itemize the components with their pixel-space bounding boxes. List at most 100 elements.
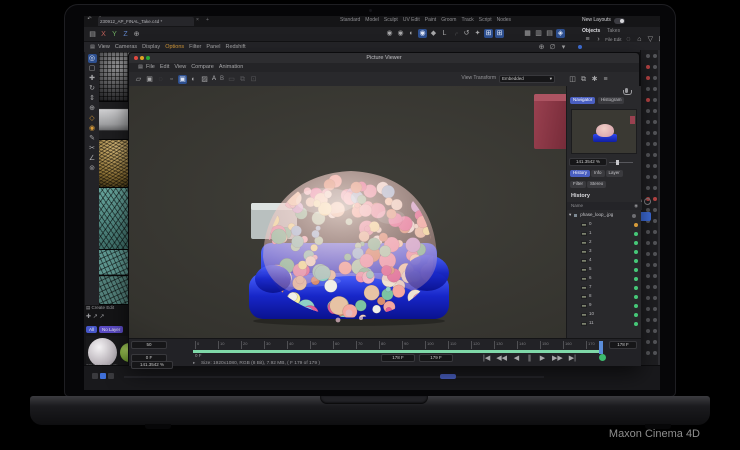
visibility-dot-gray[interactable] (653, 230, 657, 234)
visibility-dot-gray[interactable] (653, 98, 657, 102)
history-frame-row[interactable]: 3 (567, 247, 642, 256)
magnet-icon[interactable]: ◉ (88, 124, 97, 133)
panel-menu-icon[interactable]: ≡ (601, 75, 610, 84)
pv-menu-view[interactable]: View (174, 64, 186, 70)
compare-mode-icon[interactable]: ▭ (227, 75, 236, 84)
split-view-icon[interactable]: ◫ (568, 75, 577, 84)
history-frame-row[interactable]: 11 (567, 319, 642, 328)
quantize-icon[interactable]: ⊞ (495, 29, 504, 38)
next-frame-icon[interactable]: ▶▶ (551, 354, 564, 363)
snap-icon[interactable]: ◇ (88, 114, 97, 123)
current-frame-field[interactable]: 178 F (381, 354, 415, 362)
history-frame-row[interactable]: 4 (567, 256, 642, 265)
pv-menu-icon[interactable]: ▤ (136, 64, 145, 71)
visibility-dot-gray[interactable] (653, 54, 657, 58)
workplane-icon[interactable]: ⌌ (451, 29, 460, 38)
play-icon[interactable]: ▶ (538, 354, 547, 363)
history-frame-row[interactable]: 0 (567, 220, 642, 229)
rotate-icon[interactable]: ↻ (88, 84, 97, 93)
axis-z-button[interactable]: Z (121, 30, 130, 39)
layout-rows-icon[interactable]: ▥ (534, 29, 543, 38)
tab-navigator[interactable]: Navigator (570, 97, 595, 104)
undo-icon[interactable]: ↶ (85, 16, 94, 23)
tab-takes[interactable]: Takes (607, 28, 620, 34)
fps-field[interactable]: 50 (131, 341, 167, 349)
pv-menu-animation[interactable]: Animation (219, 64, 243, 70)
pointer-icon[interactable]: ◆ (429, 29, 438, 38)
pv-menu-compare[interactable]: Compare (191, 64, 214, 70)
visibility-dot-red[interactable] (646, 76, 650, 80)
pv-menu-edit[interactable]: Edit (160, 64, 169, 70)
history-frame-row[interactable]: 2 (567, 238, 642, 247)
visibility-dot-gray[interactable] (646, 329, 650, 333)
ipr-render-icon[interactable]: ◐ (407, 29, 416, 38)
snap-icon[interactable]: ⊕ (537, 43, 546, 52)
knife-icon[interactable]: ✂ (88, 144, 97, 153)
zoom-percentage-field[interactable]: 141.3542 % (569, 158, 607, 166)
pause-icon[interactable]: ∥ (525, 354, 534, 363)
frame-status-dot[interactable] (634, 241, 638, 245)
visibility-dot-gray[interactable] (646, 164, 650, 168)
home-icon[interactable]: ⌂ (635, 35, 644, 44)
layout-tab-uv-edit[interactable]: UV Edit (403, 18, 420, 24)
history-frame-row[interactable]: 10 (567, 310, 642, 319)
microphone-icon[interactable] (625, 88, 628, 93)
disable-circle-icon[interactable] (644, 198, 651, 205)
rect-selection-icon[interactable]: ▢ (88, 64, 97, 73)
grid-snap-icon[interactable]: ⊞ (484, 29, 493, 38)
viewport-menu-icon[interactable]: ▤ (88, 44, 97, 51)
viewport-menu-options[interactable]: Options (165, 44, 184, 50)
navigator-thumbnail[interactable] (571, 109, 637, 154)
visibility-dot-gray[interactable] (646, 175, 650, 179)
brush-icon[interactable]: ✎ (88, 134, 97, 143)
search-icon[interactable]: ◌ (624, 35, 633, 44)
go-start-icon[interactable]: |◀ (482, 354, 491, 363)
visibility-dot-red[interactable] (653, 197, 657, 201)
history-frame-row[interactable]: 5 (567, 265, 642, 274)
visibility-dot-gray[interactable] (653, 76, 657, 80)
om-edit-menu[interactable]: Edit (614, 37, 622, 42)
visibility-dot-gray[interactable] (653, 296, 657, 300)
visibility-dot-gray[interactable] (646, 142, 650, 146)
dropdown-icon[interactable]: ▾ (559, 43, 568, 52)
layout-tab-track[interactable]: Track (461, 18, 473, 24)
visibility-dot-gray[interactable] (646, 54, 650, 58)
new-layouts-toggle[interactable] (614, 18, 625, 24)
prev-key-icon[interactable]: ◀◀ (495, 354, 508, 363)
scale-icon[interactable]: ⇕ (88, 94, 97, 103)
caret-down-icon[interactable]: ▾ (569, 213, 571, 218)
viewport-menu-display[interactable]: Display (142, 44, 160, 50)
visibility-dot-gray[interactable] (653, 219, 657, 223)
layout-tab-standard[interactable]: Standard (340, 18, 360, 24)
visibility-dot-gray[interactable] (653, 186, 657, 190)
gpu-render-icon[interactable]: ◈ (556, 29, 565, 38)
tab-objects[interactable]: Objects (582, 28, 600, 34)
fullscreen-icon[interactable]: ◌ (156, 75, 165, 84)
link-icon[interactable]: ↗ (93, 314, 98, 320)
end-frame-field[interactable]: 179 F (419, 354, 453, 362)
visibility-dot-gray[interactable] (653, 252, 657, 256)
layout-tab-script[interactable]: Script (479, 18, 492, 24)
tab-layer[interactable]: Layer (606, 170, 623, 177)
viewport-menu-filter[interactable]: Filter (189, 44, 201, 50)
history-frame-row[interactable]: 9 (567, 301, 642, 310)
visibility-dot-gray[interactable] (653, 175, 657, 179)
visibility-dot-gray[interactable] (653, 208, 657, 212)
layout-tab-sculpt[interactable]: Sculpt (384, 18, 398, 24)
channel-icon[interactable]: ▨ (200, 75, 209, 84)
save-icon[interactable]: ▣ (145, 75, 154, 84)
link-ab-icon[interactable]: ⊡ (249, 75, 258, 84)
frame-status-dot[interactable] (634, 286, 638, 290)
live-selection-icon[interactable]: ◎ (88, 54, 97, 63)
layout-tab-nodes[interactable]: Nodes (497, 18, 511, 24)
visibility-dot-gray[interactable] (646, 208, 650, 212)
render-view-icon[interactable]: ◉ (385, 29, 394, 38)
visibility-dot-gray[interactable] (653, 153, 657, 157)
zoom-field-bottom[interactable]: 141.3542 % (131, 361, 173, 369)
visibility-dot-gray[interactable] (653, 120, 657, 124)
viewport-menu-panel[interactable]: Panel (206, 44, 220, 50)
contrast-icon[interactable]: ◐ (189, 75, 198, 84)
layout-split-icon[interactable]: ▦ (523, 29, 532, 38)
visibility-dot-gray[interactable] (653, 274, 657, 278)
palette-menu-icon[interactable]: ▤ (88, 30, 97, 39)
